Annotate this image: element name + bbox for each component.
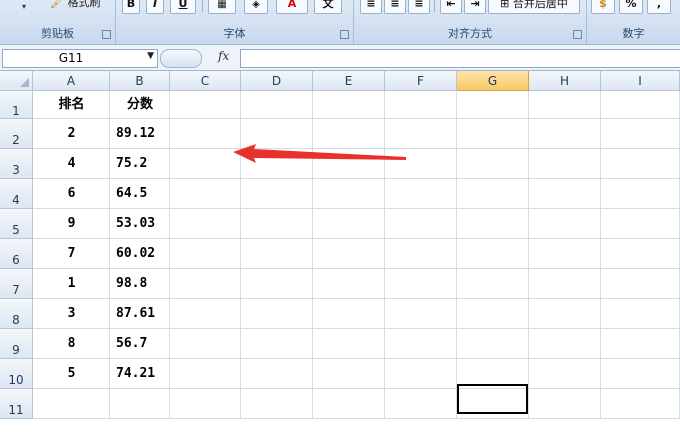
annotation-arrow [233,144,406,163]
arrow-shape [233,144,406,163]
